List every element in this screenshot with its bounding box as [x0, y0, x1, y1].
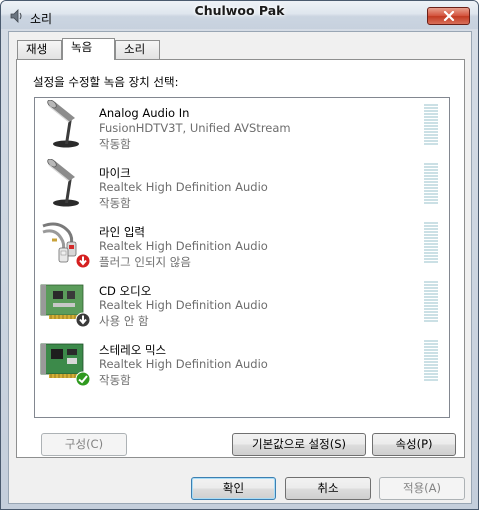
device-status: 플러그 인되지 않음: [99, 255, 191, 269]
unplugged-badge-icon: [75, 253, 91, 269]
recording-panel: 설정을 수정할 녹음 장치 선택: Analog Audio In Fusion…: [16, 59, 465, 458]
button-label: 취소: [317, 481, 339, 495]
ok-button[interactable]: 확인: [191, 477, 276, 500]
tab-label: 재생: [26, 42, 48, 56]
tab-label: 녹음: [71, 40, 93, 54]
level-meter: [424, 340, 438, 381]
configure-button[interactable]: 구성(C): [41, 433, 127, 456]
button-label: 구성(C): [64, 437, 104, 451]
user-name: Chulwoo Pak: [194, 3, 285, 18]
device-status: 사용 안 함: [99, 314, 149, 328]
device-item[interactable]: 라인 입력 Realtek High Definition Audio 플러그 …: [35, 216, 449, 275]
device-description: Realtek High Definition Audio: [99, 180, 268, 194]
button-label: 기본값으로 설정(S): [252, 437, 346, 451]
button-label: 확인: [222, 481, 245, 495]
device-item[interactable]: CD 오디오 Realtek High Definition Audio 사용 …: [35, 275, 449, 334]
device-name: 스테레오 믹스: [99, 343, 167, 357]
tab-playback[interactable]: 재생: [17, 40, 62, 59]
device-status: 작동함: [99, 373, 131, 387]
title-bar[interactable]: 소리 Chulwoo Pak: [1, 1, 478, 29]
dialog-body: 재생 녹음 소리 설정을 수정할 녹음 장치 선택: Analog Audio …: [8, 31, 472, 504]
device-name: Analog Audio In: [99, 106, 190, 120]
properties-button[interactable]: 속성(P): [372, 433, 456, 456]
close-icon: [443, 11, 454, 21]
tab-recording[interactable]: 녹음: [62, 38, 115, 60]
set-default-button[interactable]: 기본값으로 설정(S): [232, 433, 366, 456]
level-meter: [424, 104, 438, 145]
device-name: 라인 입력: [99, 225, 145, 239]
button-label: 적용(A): [403, 481, 441, 495]
device-name: 마이크: [99, 166, 131, 180]
apply-button[interactable]: 적용(A): [379, 477, 465, 500]
level-meter: [424, 281, 438, 322]
sound-dialog: 소리 Chulwoo Pak 재생 녹음 소리 설정을 수정할 녹음 장치 선택…: [0, 0, 479, 510]
device-item[interactable]: Analog Audio In FusionHDTV3T, Unified AV…: [35, 98, 449, 157]
level-meter: [424, 163, 438, 204]
device-description: Realtek High Definition Audio: [99, 239, 268, 253]
microphone-icon: [47, 100, 79, 148]
device-name: CD 오디오: [99, 284, 152, 298]
close-button[interactable]: [427, 7, 470, 25]
device-status: 작동함: [99, 137, 131, 151]
level-meter: [424, 222, 438, 263]
microphone-icon: [47, 159, 79, 207]
device-item[interactable]: 마이크 Realtek High Definition Audio 작동함: [35, 157, 449, 216]
device-list[interactable]: Analog Audio In FusionHDTV3T, Unified AV…: [34, 97, 450, 418]
device-item[interactable]: 스테레오 믹스 Realtek High Definition Audio 작동…: [35, 334, 449, 393]
tab-sounds[interactable]: 소리: [115, 40, 160, 59]
default-check-icon: [75, 371, 91, 387]
device-description: Realtek High Definition Audio: [99, 357, 268, 371]
device-description: Realtek High Definition Audio: [99, 298, 268, 312]
device-description: FusionHDTV3T, Unified AVStream: [99, 121, 291, 135]
button-label: 속성(P): [395, 437, 433, 451]
instruction-label: 설정을 수정할 녹음 장치 선택:: [33, 75, 179, 89]
disabled-badge-icon: [75, 312, 91, 328]
cancel-button[interactable]: 취소: [285, 477, 371, 500]
device-status: 작동함: [99, 196, 131, 210]
tab-label: 소리: [124, 42, 146, 56]
